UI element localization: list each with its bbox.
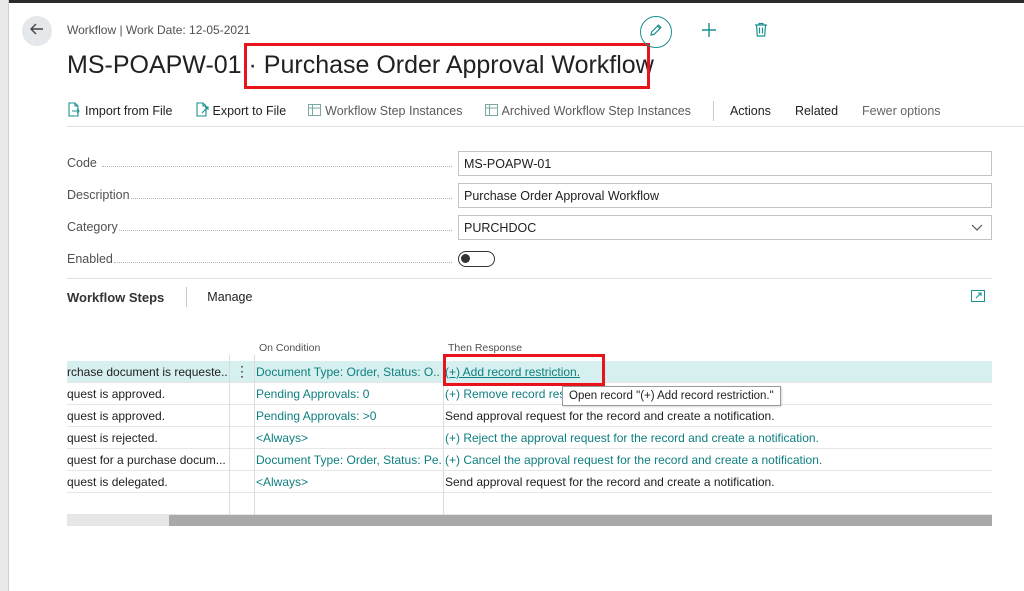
then-response-cell[interactable]: (+) Cancel the approval request for the … — [445, 453, 992, 467]
then-response-cell[interactable]: (+) Reject the approval request for the … — [445, 431, 992, 445]
enabled-label: Enabled — [67, 252, 113, 266]
on-condition-cell[interactable]: Document Type: Order, Status: Pe... — [256, 453, 441, 467]
table-row[interactable]: quest is approved. Pending Approvals: >0… — [67, 405, 992, 427]
delete-button[interactable] — [745, 16, 777, 48]
description-field[interactable]: Purchase Order Approval Workflow — [458, 182, 992, 208]
plus-icon — [701, 22, 717, 43]
dot-leader — [102, 166, 452, 167]
table-row[interactable]: quest is rejected. <Always> (+) Reject t… — [67, 427, 992, 449]
then-response-cell[interactable]: Send approval request for the record and… — [445, 409, 992, 423]
row-actions-icon[interactable]: ⋮ — [235, 363, 249, 380]
import-file-icon — [67, 102, 85, 120]
edit-button[interactable] — [640, 16, 672, 48]
scrollbar-thumb[interactable] — [169, 515, 992, 526]
toggle-knob — [461, 254, 470, 263]
header-divider — [186, 287, 188, 307]
manage-menu[interactable]: Manage — [207, 290, 252, 304]
pencil-icon — [649, 23, 663, 42]
description-label: Description — [67, 188, 130, 202]
table-icon — [484, 103, 502, 119]
archived-label: Archived Workflow Step Instances — [501, 104, 691, 118]
column-divider — [229, 355, 230, 515]
column-divider — [254, 355, 255, 515]
fewer-options-button[interactable]: Fewer options — [862, 104, 941, 118]
category-value: PURCHDOC — [464, 220, 537, 235]
when-event-cell: quest is approved. — [67, 409, 166, 423]
column-header-on-condition[interactable]: On Condition — [259, 342, 320, 354]
enabled-toggle[interactable] — [458, 251, 495, 267]
breadcrumb: Workflow | Work Date: 12-05-2021 — [67, 23, 251, 37]
chevron-down-icon — [971, 221, 983, 235]
then-response-cell[interactable]: Send approval request for the record and… — [445, 475, 992, 489]
table-row[interactable]: quest is delegated. <Always> Send approv… — [67, 471, 992, 493]
response-highlight-box — [443, 354, 605, 386]
when-event-cell: quest is delegated. — [67, 475, 168, 489]
enabled-row: Enabled — [67, 246, 992, 272]
dot-leader — [114, 262, 452, 263]
window-left-border — [0, 0, 9, 591]
dot-leader — [119, 230, 452, 231]
on-condition-cell[interactable]: <Always> — [256, 431, 441, 445]
dot-leader — [131, 198, 452, 199]
title-highlight-box — [244, 43, 650, 89]
when-event-cell: quest is rejected. — [67, 431, 158, 445]
trash-icon — [754, 22, 768, 42]
new-button[interactable] — [693, 16, 725, 48]
workflow-steps-title: Workflow Steps — [67, 289, 165, 305]
description-row: Description Purchase Order Approval Work… — [67, 182, 992, 208]
when-event-cell: quest is approved. — [67, 387, 166, 401]
on-condition-cell[interactable]: <Always> — [256, 475, 441, 489]
when-event-cell: rchase document is requeste... — [67, 365, 227, 379]
on-condition-cell[interactable]: Document Type: Order, Status: O... — [256, 365, 441, 379]
archived-step-instances-button[interactable]: Archived Workflow Step Instances — [484, 103, 691, 119]
export-to-file-button[interactable]: Export to File — [195, 102, 287, 120]
table-icon — [308, 103, 325, 119]
on-condition-cell[interactable]: Pending Approvals: 0 — [256, 387, 441, 401]
section-divider-line — [67, 278, 992, 279]
import-from-file-button[interactable]: Import from File — [67, 102, 173, 120]
description-value: Purchase Order Approval Workflow — [464, 188, 659, 203]
code-label: Code — [67, 156, 97, 170]
import-label: Import from File — [85, 104, 173, 118]
window-top-border — [0, 0, 1024, 3]
export-label: Export to File — [212, 104, 287, 118]
expand-icon[interactable] — [971, 289, 985, 307]
action-bar: Import from File Export to File Workflow… — [67, 98, 963, 124]
back-arrow-icon — [30, 22, 44, 40]
export-file-icon — [195, 102, 213, 120]
workflow-steps-header: Workflow Steps Manage — [67, 287, 252, 307]
category-label: Category — [67, 220, 118, 234]
category-select[interactable]: PURCHDOC — [458, 214, 992, 240]
horizontal-scrollbar[interactable] — [67, 515, 992, 526]
table-row-empty[interactable] — [67, 493, 992, 515]
column-header-then-response[interactable]: Then Response — [448, 342, 522, 354]
when-event-cell: quest for a purchase docum... — [67, 453, 226, 467]
actions-menu[interactable]: Actions — [730, 104, 771, 118]
code-field[interactable]: MS-POAPW-01 — [458, 150, 992, 176]
workflow-step-instances-button[interactable]: Workflow Step Instances — [308, 103, 463, 119]
related-menu[interactable]: Related — [795, 104, 838, 118]
back-button[interactable] — [22, 16, 52, 46]
category-row: Category PURCHDOC — [67, 214, 992, 240]
action-bar-divider — [712, 101, 714, 121]
code-value: MS-POAPW-01 — [464, 156, 552, 171]
table-row[interactable]: quest for a purchase docum... Document T… — [67, 449, 992, 471]
code-row: Code MS-POAPW-01 — [67, 150, 992, 176]
on-condition-cell[interactable]: Pending Approvals: >0 — [256, 409, 441, 423]
action-bar-divider-line — [67, 126, 1024, 127]
instances-label: Workflow Step Instances — [325, 104, 463, 118]
table-row[interactable]: quest is approved. Pending Approvals: 0 … — [67, 383, 992, 405]
open-record-tooltip: Open record "(+) Add record restriction.… — [562, 386, 781, 406]
